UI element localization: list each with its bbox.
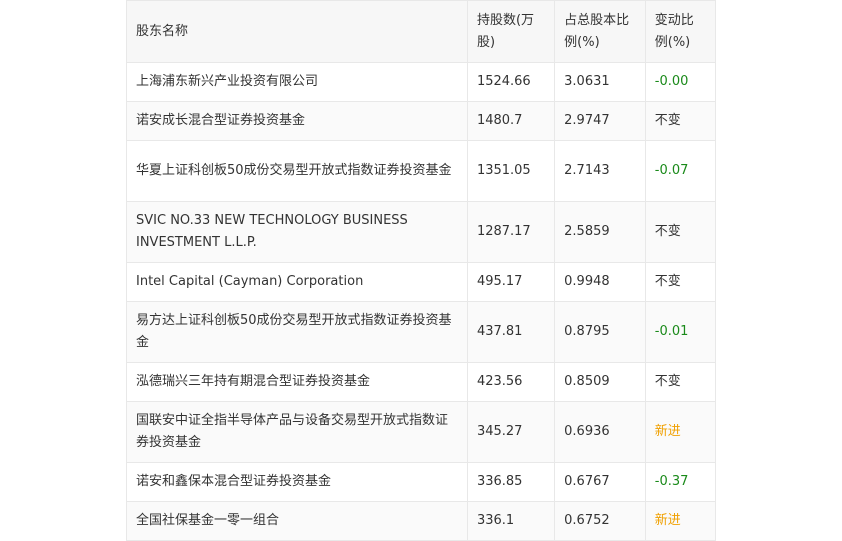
- shareholder-name: 全国社保基金一零一组合: [126, 501, 468, 541]
- table-row: 诺安成长混合型证券投资基金 1480.7 2.9747 不变: [126, 101, 717, 141]
- header-share-pct: 占总股本比例(%): [554, 0, 646, 63]
- change-value: -0.07: [644, 140, 717, 202]
- change-value: -0.37: [644, 462, 717, 502]
- shareholder-name: 泓德瑞兴三年持有期混合型证券投资基金: [126, 362, 468, 402]
- shares-value: 345.27: [466, 401, 556, 463]
- share-pct-value: 0.6767: [554, 462, 646, 502]
- header-shares: 持股数(万股): [466, 0, 556, 63]
- change-value: -0.01: [644, 301, 717, 363]
- table-header: 股东名称 持股数(万股) 占总股本比例(%) 变动比例(%): [126, 0, 717, 63]
- table-row: 全国社保基金一零一组合 336.1 0.6752 新进: [126, 501, 717, 541]
- shareholder-name: 华夏上证科创板50成份交易型开放式指数证券投资基金: [126, 140, 468, 202]
- table-row: 易方达上证科创板50成份交易型开放式指数证券投资基金 437.81 0.8795…: [126, 301, 717, 363]
- shares-value: 423.56: [466, 362, 556, 402]
- change-value: 不变: [644, 262, 717, 302]
- shareholder-table: 股东名称 持股数(万股) 占总股本比例(%) 变动比例(%) 上海浦东新兴产业投…: [126, 0, 717, 541]
- change-value: -0.00: [644, 62, 717, 102]
- share-pct-value: 0.8509: [554, 362, 646, 402]
- change-value: 新进: [644, 501, 717, 541]
- header-change-pct: 变动比例(%): [644, 0, 717, 63]
- change-value: 不变: [644, 101, 717, 141]
- change-value: 新进: [644, 401, 717, 463]
- table-row: 泓德瑞兴三年持有期混合型证券投资基金 423.56 0.8509 不变: [126, 362, 717, 402]
- table-row: 华夏上证科创板50成份交易型开放式指数证券投资基金 1351.05 2.7143…: [126, 140, 717, 202]
- share-pct-value: 3.0631: [554, 62, 646, 102]
- shares-value: 1351.05: [466, 140, 556, 202]
- table-row: 上海浦东新兴产业投资有限公司 1524.66 3.0631 -0.00: [126, 62, 717, 102]
- table-row: Intel Capital (Cayman) Corporation 495.1…: [126, 262, 717, 302]
- shares-value: 437.81: [466, 301, 556, 363]
- table-row: 国联安中证全指半导体产品与设备交易型开放式指数证券投资基金 345.27 0.6…: [126, 401, 717, 463]
- header-row: 股东名称 持股数(万股) 占总股本比例(%) 变动比例(%): [126, 0, 717, 63]
- share-pct-value: 2.7143: [554, 140, 646, 202]
- change-value: 不变: [644, 362, 717, 402]
- shares-value: 1480.7: [466, 101, 556, 141]
- share-pct-value: 2.9747: [554, 101, 646, 141]
- shareholder-name: 上海浦东新兴产业投资有限公司: [126, 62, 468, 102]
- table-row: SVIC NO.33 NEW TECHNOLOGY BUSINESS INVES…: [126, 201, 717, 263]
- share-pct-value: 0.8795: [554, 301, 646, 363]
- table-body: 上海浦东新兴产业投资有限公司 1524.66 3.0631 -0.00 诺安成长…: [126, 62, 717, 541]
- table-row: 诺安和鑫保本混合型证券投资基金 336.85 0.6767 -0.37: [126, 462, 717, 502]
- share-pct-value: 0.9948: [554, 262, 646, 302]
- shareholder-name: Intel Capital (Cayman) Corporation: [126, 262, 468, 302]
- shares-value: 495.17: [466, 262, 556, 302]
- shareholder-name: 易方达上证科创板50成份交易型开放式指数证券投资基金: [126, 301, 468, 363]
- share-pct-value: 2.5859: [554, 201, 646, 263]
- shareholder-name: SVIC NO.33 NEW TECHNOLOGY BUSINESS INVES…: [126, 201, 468, 263]
- change-value: 不变: [644, 201, 717, 263]
- shares-value: 1524.66: [466, 62, 556, 102]
- share-pct-value: 0.6936: [554, 401, 646, 463]
- shareholder-name: 诺安成长混合型证券投资基金: [126, 101, 468, 141]
- shares-value: 336.85: [466, 462, 556, 502]
- shareholder-name: 诺安和鑫保本混合型证券投资基金: [126, 462, 468, 502]
- header-shareholder-name: 股东名称: [126, 0, 468, 63]
- shares-value: 336.1: [466, 501, 556, 541]
- share-pct-value: 0.6752: [554, 501, 646, 541]
- shares-value: 1287.17: [466, 201, 556, 263]
- shareholder-name: 国联安中证全指半导体产品与设备交易型开放式指数证券投资基金: [126, 401, 468, 463]
